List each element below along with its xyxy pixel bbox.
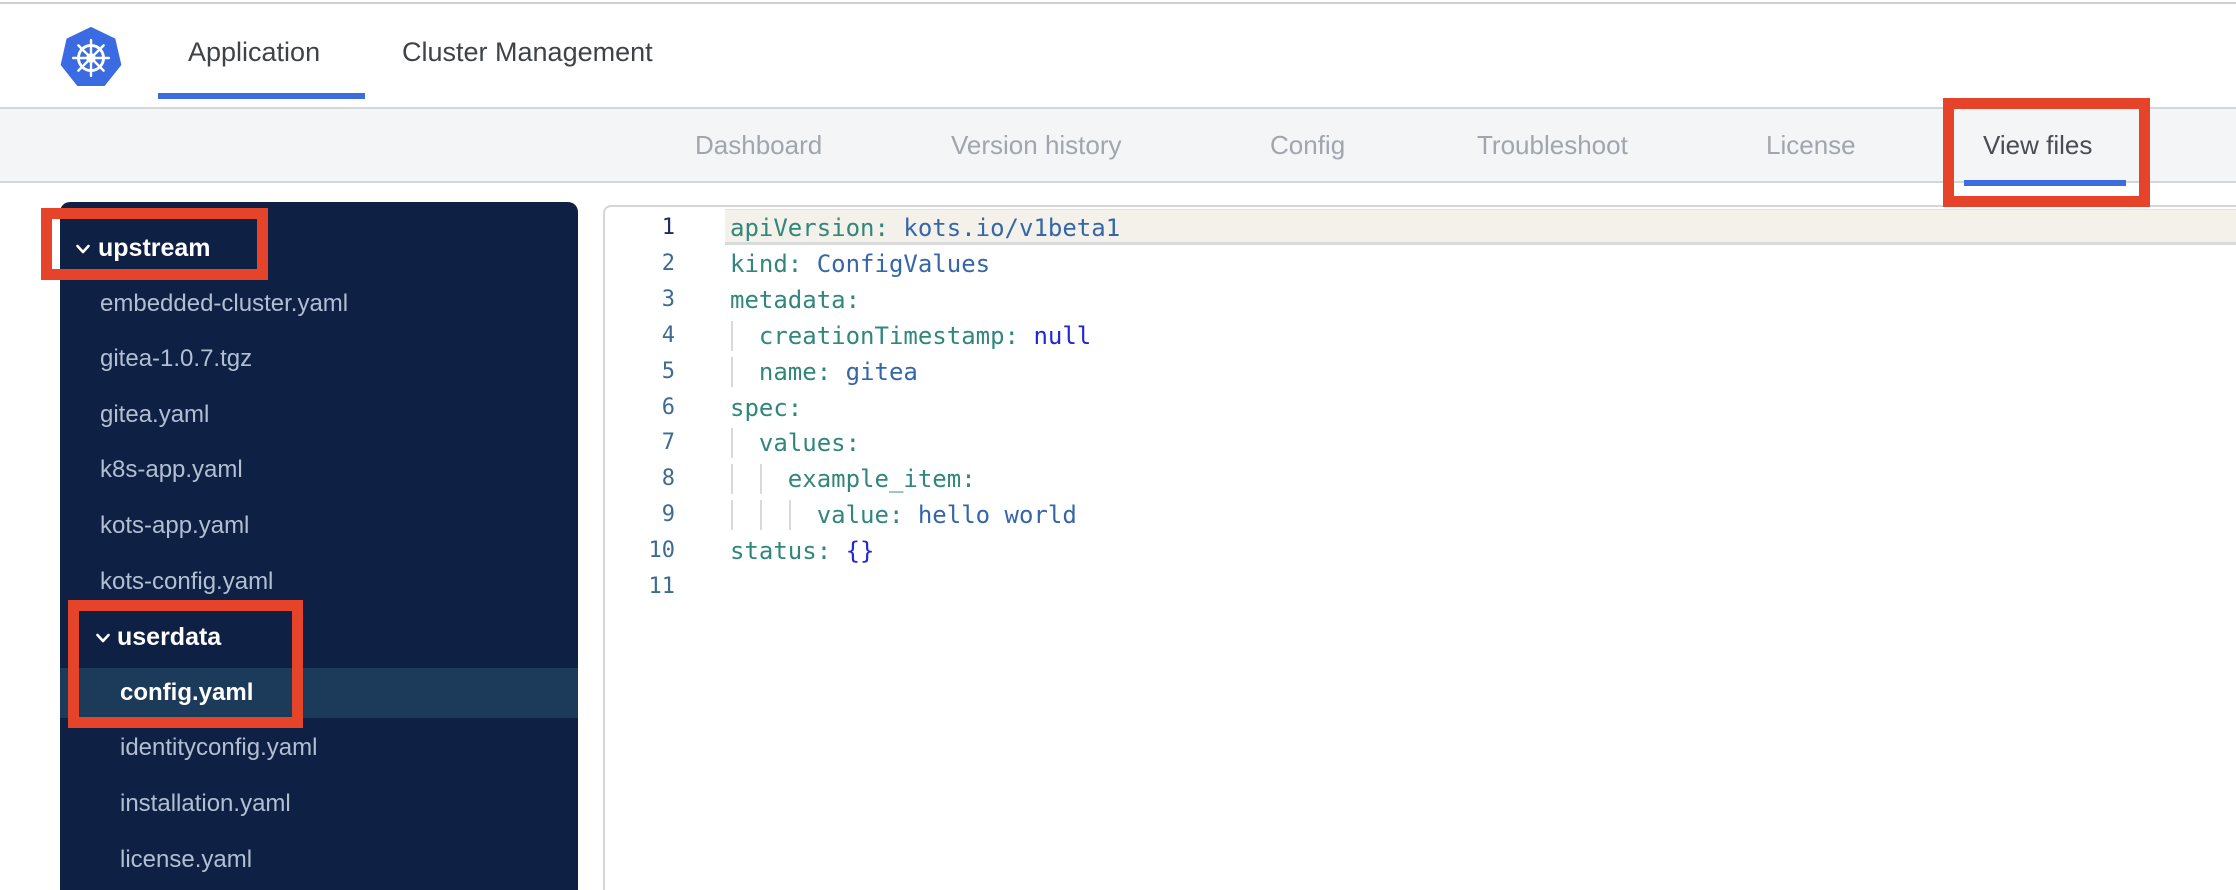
code-text: kind: ConfigValues [730, 249, 991, 278]
window-top-border [0, 2, 2236, 4]
tree-row-label: embedded-cluster.yaml [100, 290, 349, 317]
kubernetes-logo-icon [60, 27, 122, 87]
line-number: 11 [648, 574, 676, 599]
line-number: 4 [661, 322, 675, 348]
line-number: 8 [661, 466, 675, 492]
code-text: status: {} [730, 537, 875, 566]
subnav-item-view-files[interactable]: View files [1983, 109, 2092, 181]
tree-row-label: license.yaml [120, 846, 253, 873]
tree-row-label: kots-config.yaml [100, 568, 274, 595]
code-line-1: 1 apiVersion: kots.io/v1beta1 [605, 210, 2236, 246]
tree-file-gitea.yaml[interactable]: gitea.yaml [60, 390, 578, 440]
tree-folder-upstream[interactable]: upstream [60, 223, 578, 273]
tree-file-gitea-1.0.7.tgz[interactable]: gitea-1.0.7.tgz [60, 334, 578, 384]
tree-row-label: gitea-1.0.7.tgz [100, 345, 253, 372]
tree-file-embedded-cluster.yaml[interactable]: embedded-cluster.yaml [60, 279, 578, 329]
tree-row-label: identityconfig.yaml [120, 734, 318, 761]
line-number: 10 [648, 538, 676, 564]
tree-file-kots-app.yaml[interactable]: kots-app.yaml [60, 501, 578, 551]
file-tree-panel: upstream embedded-cluster.yaml gitea-1.0.7… [60, 202, 578, 890]
line-number: 1 [661, 215, 675, 240]
code-text: name: gitea [758, 357, 918, 386]
tree-file-identityconfig.yaml[interactable]: identityconfig.yaml [60, 723, 578, 773]
kots-admin-console: Application Cluster Management Dashboard… [0, 0, 2236, 890]
tree-row-label: installation.yaml [120, 790, 291, 817]
tab-cluster-management[interactable]: Cluster Management [402, 0, 653, 105]
line-number: 2 [661, 250, 675, 276]
code-text: values: [758, 429, 861, 458]
app-subnav: Dashboard Version history Config Troublesho… [0, 107, 2236, 186]
subnav-item-license[interactable]: License [1766, 109, 1856, 181]
tree-row-label: upstream [98, 234, 211, 262]
tab-application[interactable]: Application [188, 0, 320, 105]
tree-file-k8s-app.yaml[interactable]: k8s-app.yaml [60, 445, 578, 495]
line-number: 6 [661, 394, 675, 420]
line-number: 9 [661, 502, 675, 528]
line-number: 3 [661, 286, 675, 312]
code-line-4: 4 creationTimestamp: null [605, 318, 2236, 354]
code-text: value: hello world [816, 501, 1077, 530]
code-text: metadata: [730, 285, 861, 314]
code-line-6: 6 spec: [605, 390, 2236, 426]
active-tab-underline [158, 93, 365, 99]
tree-row-label: userdata [117, 623, 222, 651]
tree-file-config.yaml[interactable]: config.yaml [60, 668, 578, 718]
code-line-7: 7 values: [605, 425, 2236, 461]
code-line-2: 2 kind: ConfigValues [605, 246, 2236, 282]
tree-file-kots-config.yaml[interactable]: kots-config.yaml [60, 557, 578, 607]
code-line-8: 8 example_item: [605, 461, 2236, 497]
line-number: 7 [661, 430, 675, 456]
code-line-11: 11 [605, 569, 2236, 605]
subnav-item-version-history[interactable]: Version history [951, 109, 1122, 181]
subnav-item-config[interactable]: Config [1270, 109, 1345, 181]
line-number: 5 [661, 358, 675, 384]
tree-row-label: kots-app.yaml [100, 512, 250, 539]
code-line-5: 5 name: gitea [605, 354, 2236, 390]
tree-file-license.yaml[interactable]: license.yaml [60, 835, 578, 885]
tree-file-installation.yaml[interactable]: installation.yaml [60, 779, 578, 829]
tree-row-label: k8s-app.yaml [100, 456, 243, 483]
app-header: Application Cluster Management [0, 0, 2236, 107]
view-files-active-underline [1964, 180, 2126, 186]
code-line-10: 10 status: {} [605, 533, 2236, 569]
tree-row-label: config.yaml [120, 679, 254, 706]
tree-row-label: gitea.yaml [100, 401, 210, 428]
tree-folder-userdata[interactable]: userdata [60, 612, 578, 662]
subnav-item-troubleshoot[interactable]: Troubleshoot [1477, 109, 1628, 181]
chevron-down-icon [76, 244, 90, 254]
code-text: apiVersion: kots.io/v1beta1 [730, 214, 1121, 242]
code-text: example_item: [787, 465, 976, 494]
subnav-item-dashboard[interactable]: Dashboard [695, 109, 822, 181]
code-line-3: 3 metadata: [605, 282, 2236, 318]
chevron-down-icon [96, 633, 110, 643]
yaml-editor[interactable]: 1 apiVersion: kots.io/v1beta1 2 kind: Confi… [603, 205, 2236, 890]
code-text: spec: [730, 393, 803, 422]
code-line-9: 9 value: hello world [605, 497, 2236, 533]
code-text: creationTimestamp: null [758, 321, 1092, 350]
